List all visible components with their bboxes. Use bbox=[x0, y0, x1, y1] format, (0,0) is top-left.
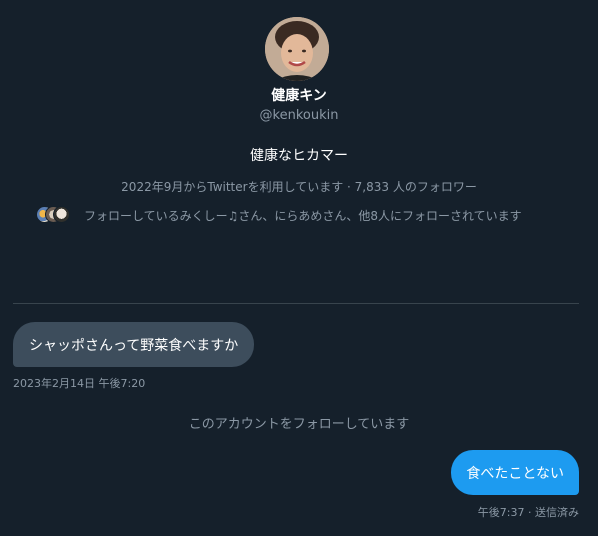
follower-avatar-icon bbox=[53, 206, 70, 223]
profile-display-name[interactable]: 健康キン bbox=[0, 85, 598, 105]
received-message-bubble[interactable]: シャッポさんって野菜食べますか bbox=[13, 322, 255, 367]
sent-message-text: 食べたことない bbox=[466, 465, 564, 482]
profile-avatar[interactable] bbox=[265, 17, 329, 81]
received-message-text: シャッポさんって野菜食べますか bbox=[29, 337, 239, 354]
sent-message-bubble[interactable]: 食べたことない bbox=[451, 450, 579, 495]
received-message-timestamp: 2023年2月14日 午後7:20 bbox=[13, 377, 146, 390]
follower-avatars bbox=[36, 206, 70, 224]
follow-status-notice: このアカウントをフォローしています bbox=[188, 417, 410, 432]
dm-conversation-view: 健康キン @kenkoukin 健康なヒカマー 2022年9月からTwitter… bbox=[0, 0, 598, 536]
sent-message-status: 午後7:37 · 送信済み bbox=[477, 506, 579, 519]
followed-by-text: フォローしているみくしー♫さん、にらあめさん、他8人にフォローされています bbox=[84, 208, 522, 223]
profile-join-and-followers: 2022年9月からTwitterを利用しています · 7,833 人のフォロワー bbox=[121, 180, 477, 194]
profile-bio: 健康なヒカマー bbox=[250, 148, 348, 164]
profile-divider bbox=[13, 303, 579, 304]
followed-by-row[interactable]: フォローしているみくしー♫さん、にらあめさん、他8人にフォローされています bbox=[36, 206, 522, 224]
profile-handle[interactable]: @kenkoukin bbox=[0, 108, 598, 123]
profile-photo-icon bbox=[265, 17, 329, 81]
